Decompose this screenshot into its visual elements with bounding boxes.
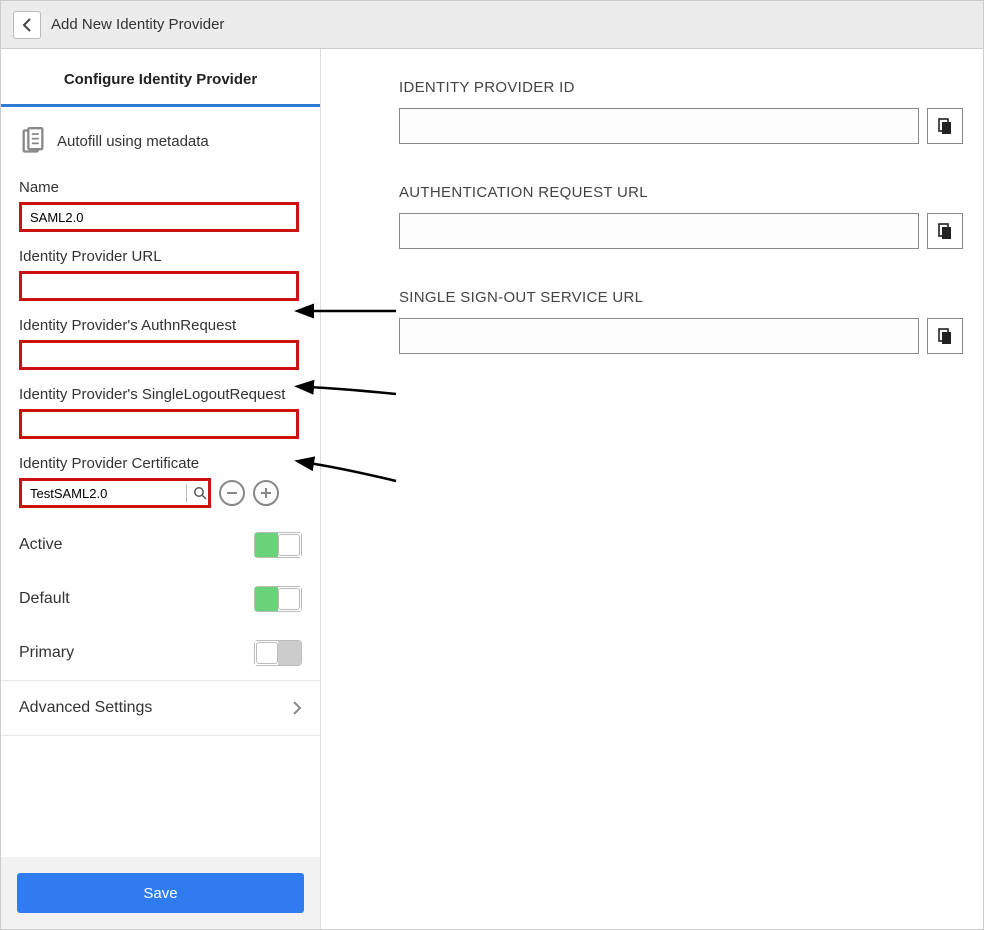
plus-icon	[259, 486, 273, 500]
right-pane: IDENTITY PROVIDER ID AUTHENTICATION REQU…	[321, 49, 983, 929]
copy-auth-url-button[interactable]	[927, 213, 963, 249]
default-toggle-row: Default	[1, 572, 320, 626]
primary-toggle-row: Primary	[1, 626, 320, 680]
sso-out-group: SINGLE SIGN-OUT SERVICE URL	[399, 289, 963, 354]
chevron-left-icon	[22, 18, 32, 32]
chevron-right-icon	[292, 700, 302, 716]
advanced-settings-row[interactable]: Advanced Settings	[1, 680, 320, 736]
save-bar: Save	[1, 857, 320, 929]
idp-url-label: Identity Provider URL	[19, 248, 302, 265]
sso-out-label: SINGLE SIGN-OUT SERVICE URL	[399, 289, 963, 306]
minus-icon	[225, 486, 239, 500]
slo-label: Identity Provider's SingleLogoutRequest	[19, 386, 302, 403]
default-toggle[interactable]	[254, 586, 302, 612]
copy-icon	[936, 222, 954, 240]
name-field-block: Name	[1, 173, 320, 242]
auth-url-input[interactable]	[399, 213, 919, 249]
sso-out-input[interactable]	[399, 318, 919, 354]
slo-field-block: Identity Provider's SingleLogoutRequest	[1, 380, 320, 449]
back-button[interactable]	[13, 11, 41, 39]
idp-url-field-block: Identity Provider URL	[1, 242, 320, 311]
save-button[interactable]: Save	[17, 873, 304, 913]
search-icon	[193, 486, 207, 500]
cert-input[interactable]	[19, 478, 211, 508]
idp-url-input[interactable]	[19, 271, 299, 301]
copy-sso-out-button[interactable]	[927, 318, 963, 354]
document-icon	[19, 127, 47, 155]
authn-field-block: Identity Provider's AuthnRequest	[1, 311, 320, 380]
page-title: Add New Identity Provider	[51, 16, 224, 33]
left-pane: Configure Identity Provider Autofill usi…	[1, 49, 321, 929]
active-label: Active	[19, 536, 63, 554]
remove-cert-button[interactable]	[219, 480, 245, 506]
primary-toggle[interactable]	[254, 640, 302, 666]
name-label: Name	[19, 179, 302, 196]
copy-idp-id-button[interactable]	[927, 108, 963, 144]
page-root: Add New Identity Provider Configure Iden…	[0, 0, 984, 930]
autofill-label: Autofill using metadata	[57, 133, 209, 150]
primary-label: Primary	[19, 644, 74, 662]
authn-input[interactable]	[19, 340, 299, 370]
active-toggle[interactable]	[254, 532, 302, 558]
idp-id-label: IDENTITY PROVIDER ID	[399, 79, 963, 96]
name-input[interactable]	[19, 202, 299, 232]
cert-search-button[interactable]	[186, 484, 207, 502]
default-label: Default	[19, 590, 70, 608]
cert-label: Identity Provider Certificate	[19, 455, 302, 472]
cert-field-block: Identity Provider Certificate	[1, 449, 320, 518]
header: Add New Identity Provider	[1, 1, 983, 49]
autofill-row[interactable]: Autofill using metadata	[1, 107, 320, 173]
copy-icon	[936, 327, 954, 345]
idp-id-input[interactable]	[399, 108, 919, 144]
main-area: Configure Identity Provider Autofill usi…	[1, 49, 983, 929]
add-cert-button[interactable]	[253, 480, 279, 506]
auth-url-label: AUTHENTICATION REQUEST URL	[399, 184, 963, 201]
idp-id-group: IDENTITY PROVIDER ID	[399, 79, 963, 144]
auth-url-group: AUTHENTICATION REQUEST URL	[399, 184, 963, 249]
copy-icon	[936, 117, 954, 135]
authn-label: Identity Provider's AuthnRequest	[19, 317, 302, 334]
form-area: Autofill using metadata Name Identity Pr…	[1, 107, 320, 857]
section-tab: Configure Identity Provider	[1, 49, 320, 107]
advanced-settings-label: Advanced Settings	[19, 699, 152, 717]
slo-input[interactable]	[19, 409, 299, 439]
active-toggle-row: Active	[1, 518, 320, 572]
